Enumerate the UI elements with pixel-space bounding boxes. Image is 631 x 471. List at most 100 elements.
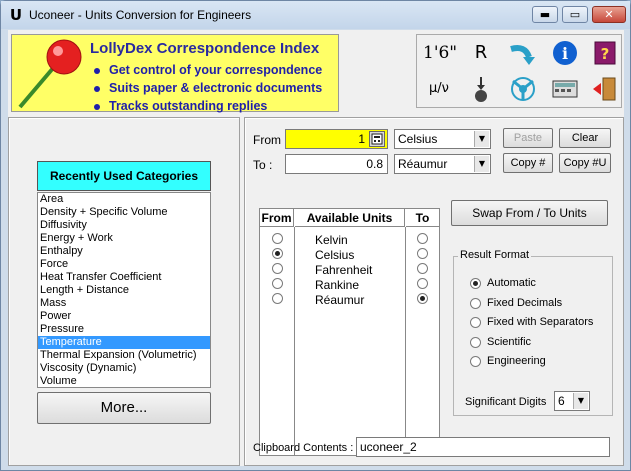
banner-item: Suits paper & electronic documents [94, 81, 322, 95]
significant-digits-value: 6 [558, 394, 565, 408]
close-button[interactable]: ✕ [592, 6, 626, 23]
to-radio-rankine[interactable] [417, 278, 428, 289]
format-radio-fixed-decimals[interactable] [470, 298, 481, 309]
format-option-label[interactable]: Fixed with Separators [487, 316, 593, 328]
bullet-icon [94, 67, 100, 74]
from-radio-rankine[interactable] [272, 278, 283, 289]
help-book-icon[interactable]: ? [589, 39, 621, 67]
format-radio-scientific[interactable] [470, 337, 481, 348]
list-item[interactable]: Enthalpy [38, 245, 210, 258]
list-item[interactable]: Diffusivity [38, 219, 210, 232]
list-item[interactable]: Power [38, 310, 210, 323]
from-label: From [253, 133, 281, 147]
calculator-icon[interactable] [549, 75, 581, 103]
to-label: To : [253, 158, 273, 172]
list-item[interactable]: Force [38, 258, 210, 271]
from-radio-kelvin[interactable] [272, 233, 283, 244]
list-item[interactable]: Length + Distance [38, 284, 210, 297]
format-radio-fixed-separators[interactable] [470, 317, 481, 328]
significant-digits-label: Significant Digits [465, 396, 547, 408]
format-option-label[interactable]: Scientific [487, 336, 531, 348]
list-item[interactable]: Viscosity (Dynamic) [38, 362, 210, 375]
unit-name[interactable]: Kelvin [315, 233, 348, 247]
title-bar[interactable]: U Uconeer - Units Conversion for Enginee… [1, 1, 630, 29]
units-column-header: Available Units [295, 209, 405, 227]
pressure-gauge-icon[interactable] [465, 75, 497, 103]
significant-digits-select[interactable]: 6 ▼ [554, 391, 590, 411]
format-radio-engineering[interactable] [470, 356, 481, 367]
unit-name[interactable]: Celsius [315, 248, 354, 262]
list-item[interactable]: Heat Transfer Coefficient [38, 271, 210, 284]
list-item[interactable]: Density + Specific Volume [38, 206, 210, 219]
result-format-title: Result Format [458, 249, 532, 261]
lollipop-icon [18, 39, 82, 109]
list-item[interactable]: Energy + Work [38, 232, 210, 245]
unit-name[interactable]: Réaumur [315, 293, 364, 307]
chevron-down-icon[interactable]: ▼ [474, 131, 489, 147]
toolbar: 1'6" R i ? μ/ν [416, 34, 622, 108]
to-radio-fahrenheit[interactable] [417, 263, 428, 274]
to-unit-select[interactable]: Réaumur ▼ [394, 154, 491, 174]
mu-over-nu-icon[interactable]: μ/ν [423, 75, 455, 103]
info-icon[interactable]: i [549, 39, 581, 67]
calculator-icon[interactable] [369, 131, 385, 147]
unit-name[interactable]: Fahrenheit [315, 263, 372, 277]
svg-text:?: ? [601, 45, 610, 63]
to-column-header: To [406, 209, 439, 227]
format-radio-automatic[interactable] [470, 278, 481, 289]
to-value-output[interactable]: 0.8 [285, 154, 388, 174]
copy-with-units-button[interactable]: Copy #U [559, 153, 611, 173]
svg-text:i: i [562, 44, 568, 63]
from-unit-value: Celsius [398, 132, 438, 146]
to-radio-reaumur[interactable] [417, 293, 428, 304]
maximize-button[interactable]: ▭ [562, 6, 588, 23]
list-item[interactable]: Mass [38, 297, 210, 310]
clipboard-label: Clipboard Contents : [253, 442, 354, 454]
paste-button[interactable]: Paste [503, 128, 553, 148]
list-item[interactable]: Pressure [38, 323, 210, 336]
format-option-label[interactable]: Engineering [487, 355, 546, 367]
feet-inches-icon[interactable]: 1'6" [423, 39, 457, 67]
banner-item: Tracks outstanding replies [94, 99, 267, 113]
banner-title: LollyDex Correspondence Index [90, 40, 320, 57]
list-item[interactable]: Area [38, 193, 210, 206]
fan-icon[interactable] [507, 75, 539, 103]
curved-arrow-icon[interactable] [507, 39, 539, 67]
clear-button[interactable]: Clear [559, 128, 611, 148]
unit-name[interactable]: Rankine [315, 278, 359, 292]
minimize-button[interactable]: ▬ [532, 6, 558, 23]
lollydex-banner[interactable]: LollyDex Correspondence Index Get contro… [11, 34, 339, 113]
list-item-selected[interactable]: Temperature [38, 336, 210, 349]
client-area: LollyDex Correspondence Index Get contro… [8, 30, 624, 466]
from-column-header: From [260, 209, 294, 227]
bullet-icon [94, 85, 100, 92]
uconeer-app-icon: U [9, 6, 23, 24]
list-item[interactable]: Thermal Expansion (Volumetric) [38, 349, 210, 362]
units-table: From Available Units To Kelvin Celsius F… [259, 208, 440, 456]
more-categories-button[interactable]: More... [37, 392, 211, 424]
chevron-down-icon[interactable]: ▼ [474, 156, 489, 172]
swap-units-button[interactable]: Swap From / To Units [451, 200, 608, 226]
list-item[interactable]: Volume [38, 375, 210, 388]
to-radio-celsius[interactable] [417, 248, 428, 259]
chevron-down-icon[interactable]: ▼ [573, 393, 588, 409]
clipboard-contents-field[interactable]: uconeer_2 [356, 437, 610, 457]
r-icon[interactable]: R [465, 39, 497, 67]
from-radio-celsius[interactable] [272, 248, 283, 259]
recent-categories-header: Recently Used Categories [37, 161, 211, 191]
window-title: Uconeer - Units Conversion for Engineers [29, 8, 252, 22]
column-divider [405, 227, 406, 455]
column-divider [294, 227, 295, 455]
format-option-label[interactable]: Fixed Decimals [487, 297, 562, 309]
exit-icon[interactable] [589, 75, 621, 103]
categories-list[interactable]: Area Density + Specific Volume Diffusivi… [37, 192, 211, 388]
app-window: U Uconeer - Units Conversion for Enginee… [0, 0, 631, 471]
format-option-label[interactable]: Automatic [487, 277, 536, 289]
to-radio-kelvin[interactable] [417, 233, 428, 244]
bullet-icon [94, 103, 100, 110]
from-unit-select[interactable]: Celsius ▼ [394, 129, 491, 149]
from-radio-reaumur[interactable] [272, 293, 283, 304]
banner-item: Get control of your correspondence [94, 63, 322, 77]
copy-button[interactable]: Copy # [503, 153, 553, 173]
from-radio-fahrenheit[interactable] [272, 263, 283, 274]
